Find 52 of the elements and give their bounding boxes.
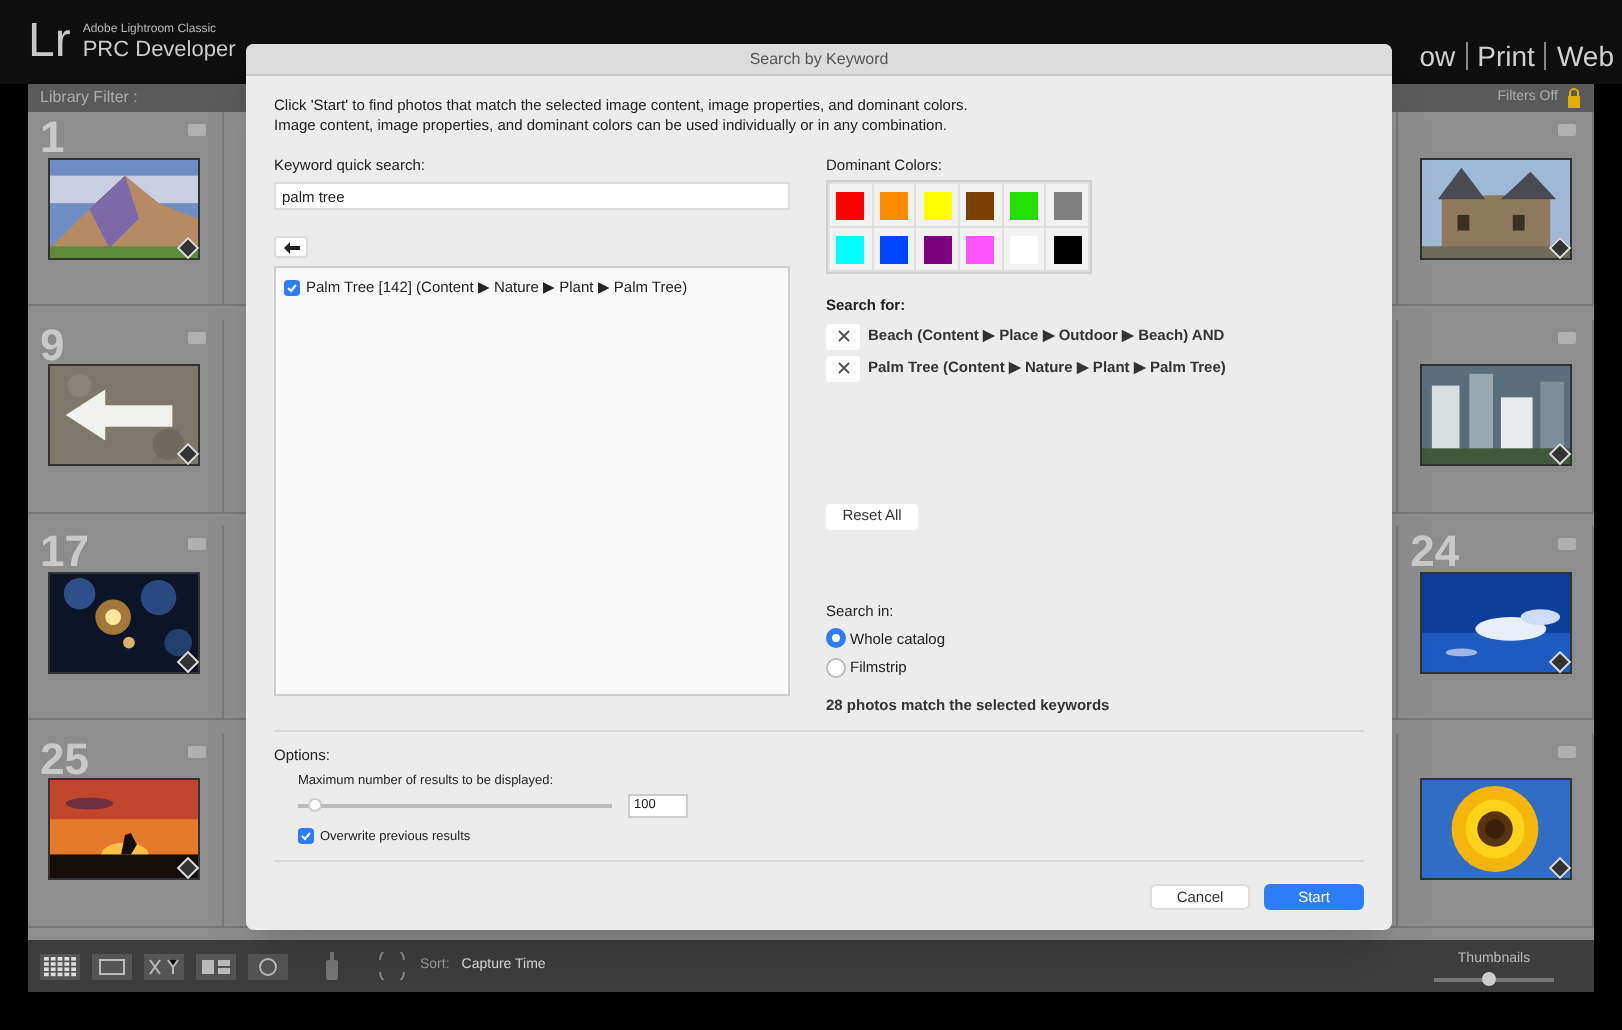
close-icon — [837, 330, 849, 342]
left-arrow-icon — [283, 241, 299, 254]
label-marker-icon — [187, 124, 206, 136]
label-marker-icon — [1558, 745, 1576, 757]
module-tab[interactable]: Print — [1477, 35, 1535, 77]
thumbnail-size-thumb[interactable] — [1482, 971, 1496, 986]
overwrite-checkbox[interactable] — [298, 828, 314, 845]
grid-cell[interactable] — [1398, 733, 1594, 927]
remove-button[interactable] — [826, 323, 860, 349]
label-marker-icon — [187, 745, 206, 757]
module-tab[interactable]: ow — [1419, 35, 1456, 77]
people-view-icon[interactable] — [248, 953, 288, 979]
filter-label: Library Filter : — [40, 86, 138, 110]
survey-view-icon[interactable] — [196, 953, 236, 979]
dialog-title: Search by Keyword — [749, 47, 889, 71]
radio-button[interactable] — [826, 657, 846, 678]
module-tab[interactable]: Web — [1556, 35, 1614, 77]
app-logo: Lr — [28, 18, 71, 66]
label-marker-icon — [1558, 124, 1576, 136]
cell-number: 9 — [40, 323, 65, 367]
lock-icon[interactable] — [1566, 88, 1582, 108]
color-swatch[interactable] — [1009, 191, 1038, 220]
loupe-view-icon[interactable] — [92, 953, 132, 979]
compare-view-icon[interactable] — [144, 953, 184, 979]
color-swatch[interactable] — [1053, 235, 1082, 264]
cell-number: 24 — [1410, 530, 1460, 574]
max-results-thumb[interactable] — [307, 797, 322, 811]
cell-number: 25 — [40, 737, 89, 781]
label-marker-icon — [187, 538, 206, 550]
cell-number: 17 — [40, 530, 89, 574]
grid-cell[interactable] — [1398, 319, 1594, 513]
color-swatch[interactable] — [879, 235, 908, 264]
grid-view-icon[interactable] — [40, 953, 80, 979]
color-swatch[interactable] — [879, 191, 908, 220]
label-marker-icon — [1558, 538, 1576, 550]
color-swatch[interactable] — [923, 191, 952, 220]
color-swatch[interactable] — [923, 235, 952, 264]
label-marker-icon — [1558, 331, 1576, 343]
color-swatch[interactable] — [836, 191, 865, 220]
back-button[interactable] — [274, 236, 308, 259]
grid-cell[interactable] — [1398, 112, 1594, 306]
close-icon — [837, 362, 849, 374]
color-swatch[interactable] — [966, 235, 995, 264]
identity-plate: PRC Developer — [82, 40, 236, 62]
keyword-checkbox[interactable] — [284, 279, 300, 296]
color-swatch[interactable] — [836, 235, 865, 264]
color-swatch[interactable] — [1053, 191, 1082, 220]
label-marker-icon — [187, 331, 206, 343]
radio-button[interactable] — [826, 628, 846, 649]
remove-button[interactable] — [826, 355, 860, 381]
cell-number: 1 — [40, 116, 65, 160]
color-swatch[interactable] — [966, 191, 995, 220]
